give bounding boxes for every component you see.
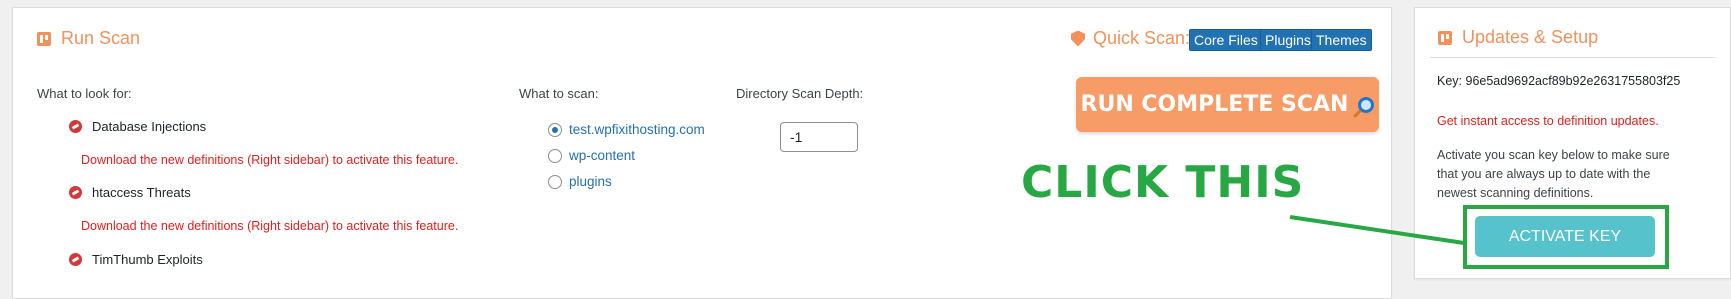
scan-target-wp-content[interactable]: wp-content (548, 148, 635, 163)
shield-icon (1071, 30, 1085, 47)
radio-button[interactable] (548, 174, 562, 189)
run-complete-scan-button[interactable]: RUN COMPLETE SCAN (1076, 77, 1379, 132)
scan-icon (37, 31, 51, 46)
quick-scan-title: Quick Scan: (1071, 28, 1190, 49)
activate-key-button[interactable]: ACTIVATE KEY (1475, 216, 1655, 257)
updates-setup-title: Updates & Setup (1438, 27, 1598, 48)
scan-target-plugins[interactable]: plugins (548, 174, 612, 189)
run-scan-panel: Run Scan Quick Scan: Core Files Plugins … (12, 7, 1392, 299)
directory-depth-input[interactable] (780, 122, 858, 152)
disabled-icon (69, 253, 82, 266)
radio-button[interactable] (548, 122, 562, 137)
quick-scan-themes-button[interactable]: Themes (1311, 29, 1372, 51)
threat-option-htaccess-threats: htaccess Threats (69, 185, 191, 200)
what-to-scan-label: What to scan: (519, 86, 599, 101)
activation-description: Activate you scan key below to make sure… (1437, 148, 1670, 200)
definitions-notice: Get instant access to definition updates… (1437, 114, 1659, 128)
threat-option-timthumb-exploits: TimThumb Exploits (69, 252, 203, 267)
disabled-icon (69, 186, 82, 199)
threat-warning: Download the new definitions (Right side… (81, 153, 459, 167)
quick-scan-plugins-button[interactable]: Plugins (1260, 29, 1316, 51)
run-scan-title: Run Scan (37, 28, 140, 49)
radio-button[interactable] (548, 148, 562, 163)
divider (1430, 57, 1715, 58)
disabled-icon (69, 120, 82, 133)
scan-key-display: Key: 96e5ad9692acf89b92e2631755803f25 (1437, 74, 1681, 88)
quick-scan-core-files-button[interactable]: Core Files (1189, 29, 1263, 51)
look-for-label: What to look for: (37, 86, 132, 101)
scan-target-site[interactable]: test.wpfixithosting.com (548, 122, 705, 137)
settings-icon (1438, 30, 1452, 45)
threat-option-database-injections: Database Injections (69, 119, 206, 134)
threat-warning: Download the new definitions (Right side… (81, 219, 459, 233)
click-this-annotation: CLICK THIS (1021, 157, 1305, 208)
directory-depth-label: Directory Scan Depth: (736, 86, 864, 101)
magnifier-icon (1358, 96, 1375, 113)
